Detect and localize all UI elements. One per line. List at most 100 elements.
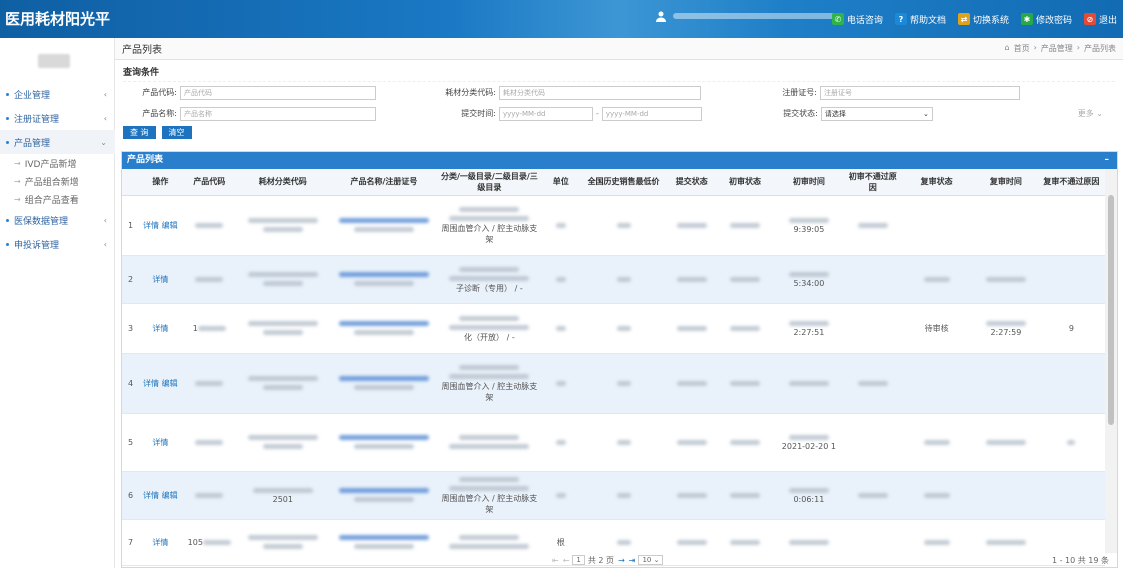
next-page-icon[interactable]: → bbox=[618, 556, 625, 565]
product-name-label: 产品名称: bbox=[142, 109, 177, 118]
redacted-text bbox=[857, 492, 888, 498]
sidebar-subitem-combo-view[interactable]: → 组合产品查看 bbox=[0, 190, 115, 208]
header-link[interactable]: ✱ 修改密码 bbox=[1020, 13, 1072, 26]
vertical-scrollbar[interactable] bbox=[1105, 169, 1117, 553]
row-actions[interactable]: 详情 编辑 bbox=[143, 221, 178, 230]
table-row: 4 详情 编辑 周围血管介入 / 腔主动脉支架 bbox=[122, 353, 1105, 414]
page-size-select[interactable]: 10 ⌄ bbox=[638, 555, 664, 565]
table-cell bbox=[718, 353, 772, 414]
last-page-icon[interactable]: ⇥ bbox=[629, 556, 636, 565]
second-review-reason: 9 bbox=[1068, 323, 1074, 333]
header-link[interactable]: ⊘ 退出 bbox=[1083, 13, 1117, 26]
sidebar-item-product[interactable]: 产品管理 ⌄ bbox=[0, 130, 115, 154]
clear-button[interactable]: 清空 bbox=[161, 126, 192, 139]
redacted-text bbox=[449, 324, 530, 330]
redacted-text bbox=[555, 325, 566, 331]
sidebar-item-enterprise[interactable]: 企业管理 ‹ bbox=[0, 82, 115, 106]
redacted-text bbox=[247, 272, 318, 277]
header-link[interactable]: ✆ 电话咨询 bbox=[831, 13, 883, 26]
row-actions[interactable]: 详情 编辑 bbox=[143, 379, 178, 388]
redacted-text bbox=[676, 439, 707, 445]
sidebar-item-complaint[interactable]: 申投诉管理 ‹ bbox=[0, 232, 115, 256]
product-name-input[interactable]: 产品名称 bbox=[180, 106, 376, 121]
table-cell bbox=[718, 471, 772, 520]
redacted-text bbox=[338, 218, 429, 223]
header-link[interactable]: ? 帮助文档 bbox=[894, 13, 946, 26]
table-cell bbox=[328, 353, 440, 414]
table-cell bbox=[539, 471, 583, 520]
table-cell bbox=[1037, 413, 1105, 472]
redacted-text bbox=[616, 380, 631, 386]
more-toggle[interactable]: 更多 ⌄ bbox=[1078, 108, 1103, 119]
first-review-time: 5:34:00 bbox=[793, 279, 825, 288]
table-cell bbox=[718, 255, 772, 304]
sidebar-subitem-combo-add[interactable]: → 产品组合新增 bbox=[0, 172, 115, 190]
redacted-text bbox=[459, 207, 520, 212]
table-cell bbox=[899, 255, 974, 304]
header-link[interactable]: ⇄ 切换系统 bbox=[957, 13, 1009, 26]
redacted-text bbox=[338, 535, 429, 540]
row-actions[interactable]: 详情 bbox=[152, 538, 168, 547]
redacted-text bbox=[459, 365, 520, 370]
chevron-left-icon: ‹ bbox=[103, 215, 107, 225]
registration-no-input[interactable]: 注册证号 bbox=[820, 85, 1020, 100]
redacted-text bbox=[1067, 439, 1076, 445]
scrollbar-thumb[interactable] bbox=[1108, 195, 1114, 425]
table-cell bbox=[846, 471, 900, 520]
app-title: 医用耗材阳光平台 bbox=[4, 10, 110, 66]
first-page-icon[interactable]: ⇤ bbox=[552, 556, 559, 565]
category-code-input[interactable]: 耗材分类代码 bbox=[499, 85, 701, 100]
bullet-icon bbox=[6, 116, 9, 120]
table-cell bbox=[181, 353, 237, 414]
redacted-text bbox=[195, 276, 224, 282]
sidebar-subitem-ivd-add[interactable]: → IVD产品新增 bbox=[0, 154, 115, 172]
breadcrumb-product[interactable]: 产品管理 bbox=[1041, 43, 1073, 54]
breadcrumb-home[interactable]: 首页 bbox=[1014, 43, 1030, 54]
row-actions[interactable]: 详情 bbox=[152, 324, 168, 333]
sidebar-item-label: 医保数据管理 bbox=[14, 216, 69, 227]
row-actions[interactable]: 详情 编辑 bbox=[143, 491, 178, 500]
redacted-text bbox=[459, 435, 520, 440]
pagination: ⇤ ← 1 共 2 页 → ⇥ 10 ⌄ 1 - 10 共 19 条 bbox=[122, 553, 1117, 567]
submit-time-from-input[interactable]: yyyy-MM-dd bbox=[499, 106, 593, 121]
table-cell bbox=[582, 303, 666, 354]
product-code-label: 产品代码: bbox=[142, 88, 177, 97]
avatar bbox=[38, 54, 70, 68]
redacted-text bbox=[262, 227, 303, 232]
submit-status-select[interactable]: 请选择 ⌄ bbox=[820, 106, 933, 121]
table-cell: 1 bbox=[181, 303, 237, 354]
query-section: 查询条件 产品代码: 产品代码 耗材分类代码: 耗材分类代码 注册证号: 注册证… bbox=[115, 60, 1123, 139]
submit-time-to-input[interactable]: yyyy-MM-dd bbox=[601, 106, 702, 121]
row-actions[interactable]: 详情 bbox=[152, 275, 168, 284]
table-cell bbox=[665, 255, 719, 304]
user-info bbox=[655, 10, 843, 22]
table-cell bbox=[439, 413, 540, 472]
redacted-text bbox=[985, 321, 1026, 326]
redacted-text bbox=[338, 376, 429, 381]
logout-icon: ⊘ bbox=[1083, 13, 1096, 25]
product-code-input[interactable]: 产品代码 bbox=[180, 85, 376, 100]
bullet-icon bbox=[6, 242, 9, 246]
column-header: 复审不通过原因 bbox=[1037, 169, 1105, 196]
table-cell: 4 bbox=[122, 353, 140, 414]
home-icon: ⌂ bbox=[1004, 43, 1010, 52]
sidebar-item-registration[interactable]: 注册证管理 ‹ bbox=[0, 106, 115, 130]
table-cell bbox=[973, 255, 1038, 304]
page-number-input[interactable]: 1 bbox=[572, 555, 585, 565]
redacted-text bbox=[616, 222, 631, 228]
search-button[interactable]: 查 询 bbox=[123, 126, 156, 139]
column-header: 初审不通过原因 bbox=[846, 169, 900, 196]
record-range: 1 - 10 bbox=[1051, 555, 1076, 565]
table-cell bbox=[718, 413, 772, 472]
table-cell bbox=[328, 303, 440, 354]
collapse-icon[interactable]: – bbox=[1105, 152, 1110, 169]
redacted-text bbox=[195, 492, 224, 498]
row-actions[interactable]: 详情 bbox=[152, 438, 168, 447]
classification: 子诊断（专用） / - bbox=[456, 283, 523, 293]
prev-page-icon[interactable]: ← bbox=[563, 556, 570, 565]
sidebar-item-label: 注册证管理 bbox=[14, 114, 60, 125]
redacted-text bbox=[195, 222, 224, 228]
redacted-text bbox=[729, 276, 760, 282]
record-total: 共 19 条 bbox=[1077, 555, 1109, 565]
sidebar-item-insurance[interactable]: 医保数据管理 ‹ bbox=[0, 208, 115, 232]
